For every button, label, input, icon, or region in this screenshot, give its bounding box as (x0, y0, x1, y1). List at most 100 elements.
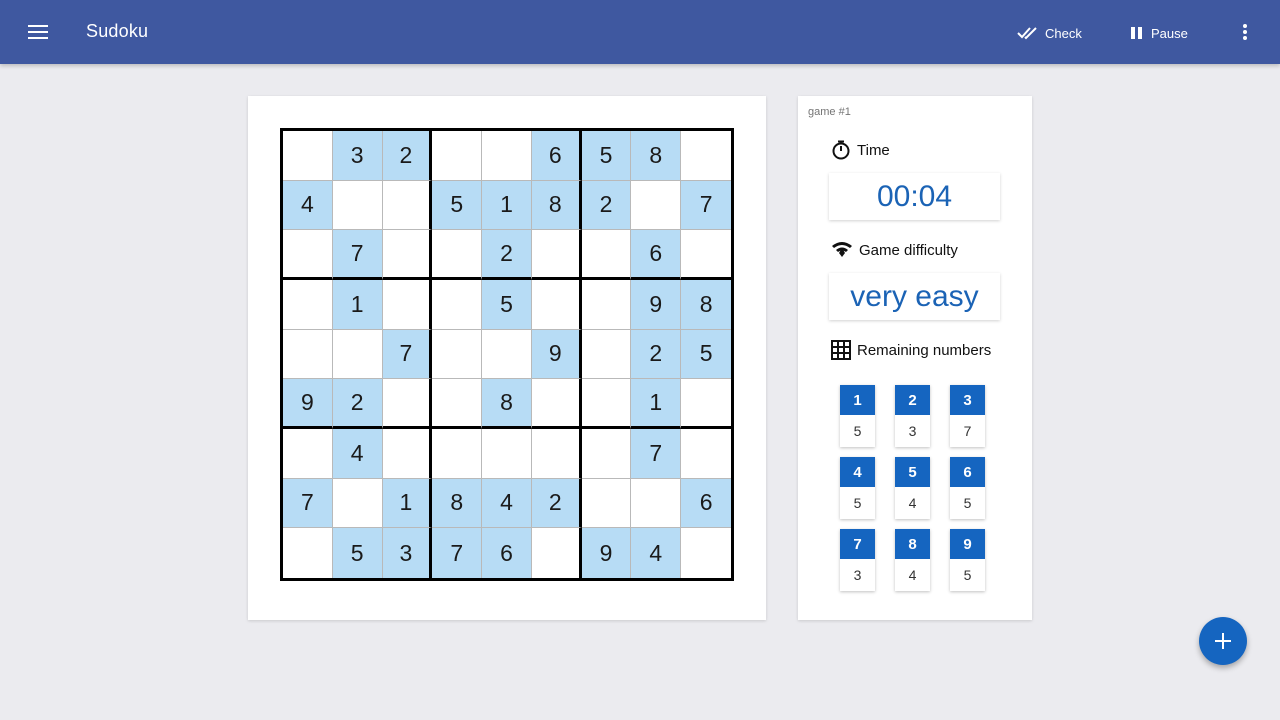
sudoku-cell[interactable]: 5 (681, 329, 731, 380)
sudoku-cell[interactable] (631, 478, 682, 529)
sudoku-cell[interactable] (283, 429, 333, 479)
sudoku-cell[interactable] (681, 528, 731, 578)
more-options-button[interactable] (1234, 20, 1256, 44)
sudoku-cell[interactable] (531, 379, 582, 429)
sudoku-cell[interactable]: 2 (482, 230, 532, 280)
remaining-number-tile[interactable]: 23 (895, 385, 930, 447)
remaining-number-tile[interactable]: 95 (950, 529, 985, 591)
sudoku-cell[interactable]: 2 (531, 478, 582, 529)
sudoku-cell[interactable] (432, 329, 483, 380)
sudoku-cell[interactable]: 4 (482, 478, 532, 529)
sudoku-cell[interactable]: 8 (432, 478, 483, 529)
sudoku-cell[interactable] (482, 429, 532, 479)
remaining-number-tile[interactable]: 73 (840, 529, 875, 591)
sudoku-cell[interactable]: 4 (631, 528, 682, 578)
sudoku-cell[interactable]: 5 (581, 131, 632, 181)
sudoku-cell[interactable] (581, 429, 632, 479)
remaining-number-tile[interactable]: 65 (950, 457, 985, 519)
time-value: 00:04 (829, 173, 1000, 220)
sudoku-cell[interactable]: 3 (382, 528, 433, 578)
sudoku-cell[interactable]: 7 (681, 180, 731, 231)
remaining-number-tile[interactable]: 84 (895, 529, 930, 591)
sudoku-cell[interactable] (482, 131, 532, 181)
sudoku-cell[interactable] (531, 429, 582, 479)
sudoku-cell[interactable]: 2 (631, 329, 682, 380)
sudoku-cell[interactable] (631, 180, 682, 231)
sudoku-cell[interactable]: 9 (531, 329, 582, 380)
sudoku-cell[interactable]: 4 (332, 429, 383, 479)
sudoku-cell[interactable] (332, 329, 383, 380)
sudoku-cell[interactable]: 2 (581, 180, 632, 231)
sudoku-cell[interactable] (332, 180, 383, 231)
sudoku-cell[interactable] (283, 131, 333, 181)
sudoku-cell[interactable] (283, 528, 333, 578)
sudoku-cell[interactable]: 5 (432, 180, 483, 231)
sudoku-cell[interactable] (581, 329, 632, 380)
sudoku-cell[interactable]: 8 (681, 280, 731, 330)
sudoku-cell[interactable]: 1 (482, 180, 532, 231)
sudoku-cell[interactable]: 1 (382, 478, 433, 529)
sudoku-cell[interactable]: 9 (581, 528, 632, 578)
sudoku-cell[interactable]: 8 (482, 379, 532, 429)
sudoku-cell[interactable]: 3 (332, 131, 383, 181)
sudoku-cell[interactable] (531, 280, 582, 330)
sudoku-cell[interactable]: 2 (382, 131, 433, 181)
sudoku-cell[interactable]: 7 (631, 429, 682, 479)
sudoku-cell[interactable]: 8 (531, 180, 582, 231)
sudoku-cell[interactable]: 4 (283, 180, 333, 231)
sudoku-cell[interactable] (432, 230, 483, 280)
sudoku-cell[interactable]: 7 (283, 478, 333, 529)
sudoku-cell[interactable]: 5 (482, 280, 532, 330)
sudoku-cell[interactable] (332, 478, 383, 529)
remaining-number-tile[interactable]: 37 (950, 385, 985, 447)
sudoku-cell[interactable] (432, 280, 483, 330)
sudoku-cell[interactable] (283, 280, 333, 330)
sudoku-cell[interactable]: 6 (631, 230, 682, 280)
sudoku-cell[interactable]: 9 (283, 379, 333, 429)
sudoku-cell[interactable] (482, 329, 532, 380)
sudoku-cell[interactable] (581, 230, 632, 280)
sudoku-cell[interactable] (681, 230, 731, 280)
sudoku-cell[interactable] (382, 180, 433, 231)
remaining-number-tile[interactable]: 15 (840, 385, 875, 447)
sudoku-cell[interactable] (531, 230, 582, 280)
remaining-number-tile[interactable]: 54 (895, 457, 930, 519)
sudoku-cell[interactable]: 7 (332, 230, 383, 280)
sudoku-cell[interactable]: 1 (631, 379, 682, 429)
sudoku-cell[interactable] (432, 429, 483, 479)
sudoku-cell[interactable] (382, 429, 433, 479)
sudoku-cell[interactable] (532, 528, 582, 578)
sudoku-cell[interactable]: 8 (631, 131, 682, 181)
sudoku-cell[interactable] (581, 280, 632, 330)
sudoku-cell[interactable] (581, 478, 632, 529)
game-label: game #1 (808, 106, 851, 118)
remaining-count: 3 (853, 567, 862, 583)
sudoku-cell[interactable] (283, 230, 333, 280)
sudoku-cell[interactable] (432, 131, 483, 181)
sudoku-cell[interactable] (382, 230, 433, 280)
new-game-button[interactable] (1199, 617, 1247, 665)
sudoku-cell[interactable]: 7 (432, 528, 483, 578)
sudoku-cell[interactable]: 1 (332, 280, 383, 330)
sudoku-cell[interactable] (681, 379, 731, 429)
sudoku-cell[interactable] (681, 131, 731, 181)
sudoku-cell[interactable] (681, 429, 731, 479)
remaining-number-tile[interactable]: 45 (840, 457, 875, 519)
sudoku-cell[interactable]: 6 (482, 528, 532, 578)
menu-button[interactable] (24, 20, 52, 44)
sudoku-cell[interactable]: 5 (332, 528, 383, 578)
remaining-number: 1 (840, 385, 875, 415)
sudoku-cell[interactable] (283, 329, 333, 380)
pause-icon (1131, 27, 1142, 39)
sudoku-cell[interactable] (432, 379, 483, 429)
sudoku-cell[interactable]: 6 (681, 478, 731, 529)
sudoku-cell[interactable] (382, 280, 433, 330)
sudoku-cell[interactable]: 9 (631, 280, 682, 330)
pause-button[interactable]: Pause (1129, 22, 1188, 44)
sudoku-cell[interactable] (581, 379, 632, 429)
sudoku-cell[interactable] (382, 379, 433, 429)
check-button[interactable]: Check (1017, 22, 1082, 44)
sudoku-cell[interactable]: 6 (531, 131, 582, 181)
sudoku-cell[interactable]: 2 (332, 379, 383, 429)
sudoku-cell[interactable]: 7 (382, 329, 433, 380)
